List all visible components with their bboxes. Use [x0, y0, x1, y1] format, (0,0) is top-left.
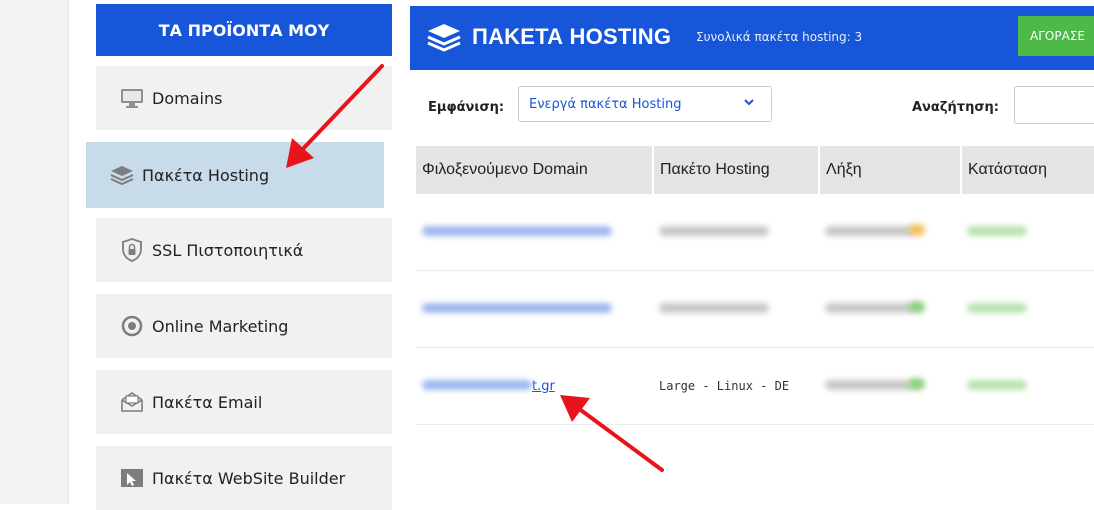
redacted-domain: [422, 226, 612, 236]
expires-cell: [819, 347, 961, 425]
layers-icon: [426, 20, 462, 56]
plan-cell: Large - Linux - DE: [653, 347, 819, 425]
domain-cell[interactable]: [416, 194, 653, 271]
expires-cell: [819, 270, 961, 348]
cursor-window-icon: [120, 466, 144, 490]
shield-lock-icon: [120, 238, 144, 262]
sidebar-item-website-builder[interactable]: Πακέτα WebSite Builder: [96, 446, 392, 510]
hosting-panel: ΠΑΚΕΤΑ HOSTING Συνολικά πακέτα hosting: …: [410, 0, 1094, 504]
hosting-table: Φιλοξενούμενο Domain Πακέτο Hosting Λήξη…: [416, 146, 1094, 425]
expiry-indicator-icon: [909, 378, 925, 390]
col-header-plan[interactable]: Πακέτο Hosting: [653, 146, 820, 194]
redacted-domain: [422, 303, 612, 313]
sidebar-item-label: Πακέτα WebSite Builder: [152, 468, 346, 488]
envelope-icon: [120, 390, 144, 414]
expires-cell: [819, 194, 961, 271]
redacted-expiry: [825, 303, 915, 313]
status-filter-value: Ενεργά πακέτα Hosting: [529, 97, 682, 112]
panel-header: ΠΑΚΕΤΑ HOSTING Συνολικά πακέτα hosting: …: [410, 6, 1094, 70]
domain-cell[interactable]: t.gr: [416, 347, 653, 425]
sidebar-item-label: Πακέτα Hosting: [142, 165, 270, 185]
status-filter-select[interactable]: Ενεργά πακέτα Hosting: [518, 86, 772, 122]
plan-name: Large - Linux - DE: [659, 379, 790, 393]
sidebar-item-domains[interactable]: Domains: [96, 66, 392, 130]
left-gutter: [0, 0, 69, 504]
sidebar-item-online-marketing[interactable]: Online Marketing: [96, 294, 392, 358]
redacted-domain: [422, 380, 532, 390]
col-header-status[interactable]: Κατάσταση: [961, 146, 1094, 194]
status-cell: [961, 270, 1094, 348]
sidebar-item-ssl[interactable]: SSL Πιστοποιητικά: [96, 218, 392, 282]
layers-icon: [110, 163, 134, 187]
sidebar-item-label: Πακέτα Email: [152, 392, 263, 412]
sidebar-item-label: Online Marketing: [152, 316, 289, 336]
domain-cell[interactable]: [416, 270, 653, 348]
domain-link[interactable]: t.gr: [532, 379, 555, 394]
redacted-status: [967, 226, 1027, 236]
status-cell: [961, 347, 1094, 425]
redacted-plan: [659, 303, 769, 313]
redacted-plan: [659, 226, 769, 236]
chevron-down-icon: [743, 96, 755, 108]
target-icon: [120, 314, 144, 338]
search-input[interactable]: [1014, 86, 1094, 124]
products-sidebar: ΤΑ ΠΡΟΪΟΝΤΑ ΜΟΥ Domains Πακέτα Hosting S…: [86, 0, 396, 510]
status-cell: [961, 194, 1094, 271]
col-header-expires[interactable]: Λήξη: [819, 146, 962, 194]
hosting-count: Συνολικά πακέτα hosting: 3: [696, 30, 863, 44]
plan-cell: [653, 270, 819, 348]
expiry-indicator-icon: [909, 301, 925, 313]
table-row: [416, 270, 1094, 348]
monitor-icon: [120, 86, 144, 110]
search-label: Αναζήτηση:: [912, 100, 999, 115]
sidebar-item-hosting[interactable]: Πακέτα Hosting: [86, 142, 384, 208]
plan-cell: [653, 194, 819, 271]
sidebar-item-label: SSL Πιστοποιητικά: [152, 240, 304, 260]
col-header-domain[interactable]: Φιλοξενούμενο Domain: [416, 146, 654, 194]
redacted-expiry: [825, 380, 915, 390]
expiry-indicator-icon: [909, 224, 925, 236]
buy-button[interactable]: ΑΓΟΡΑΣΕ: [1018, 16, 1094, 56]
redacted-status: [967, 380, 1027, 390]
table-row: t.gr Large - Linux - DE: [416, 347, 1094, 425]
table-row: [416, 194, 1094, 271]
sidebar-header: ΤΑ ΠΡΟΪΟΝΤΑ ΜΟΥ: [96, 4, 392, 56]
redacted-expiry: [825, 226, 915, 236]
table-header-row: Φιλοξενούμενο Domain Πακέτο Hosting Λήξη…: [416, 146, 1094, 194]
filter-bar: Εμφάνιση: Ενεργά πακέτα Hosting Αναζήτησ…: [410, 78, 1094, 134]
redacted-status: [967, 303, 1027, 313]
sidebar-item-email[interactable]: Πακέτα Email: [96, 370, 392, 434]
sidebar-item-label: Domains: [152, 88, 223, 108]
page-title: ΠΑΚΕΤΑ HOSTING: [472, 24, 672, 49]
show-label: Εμφάνιση:: [428, 100, 505, 115]
